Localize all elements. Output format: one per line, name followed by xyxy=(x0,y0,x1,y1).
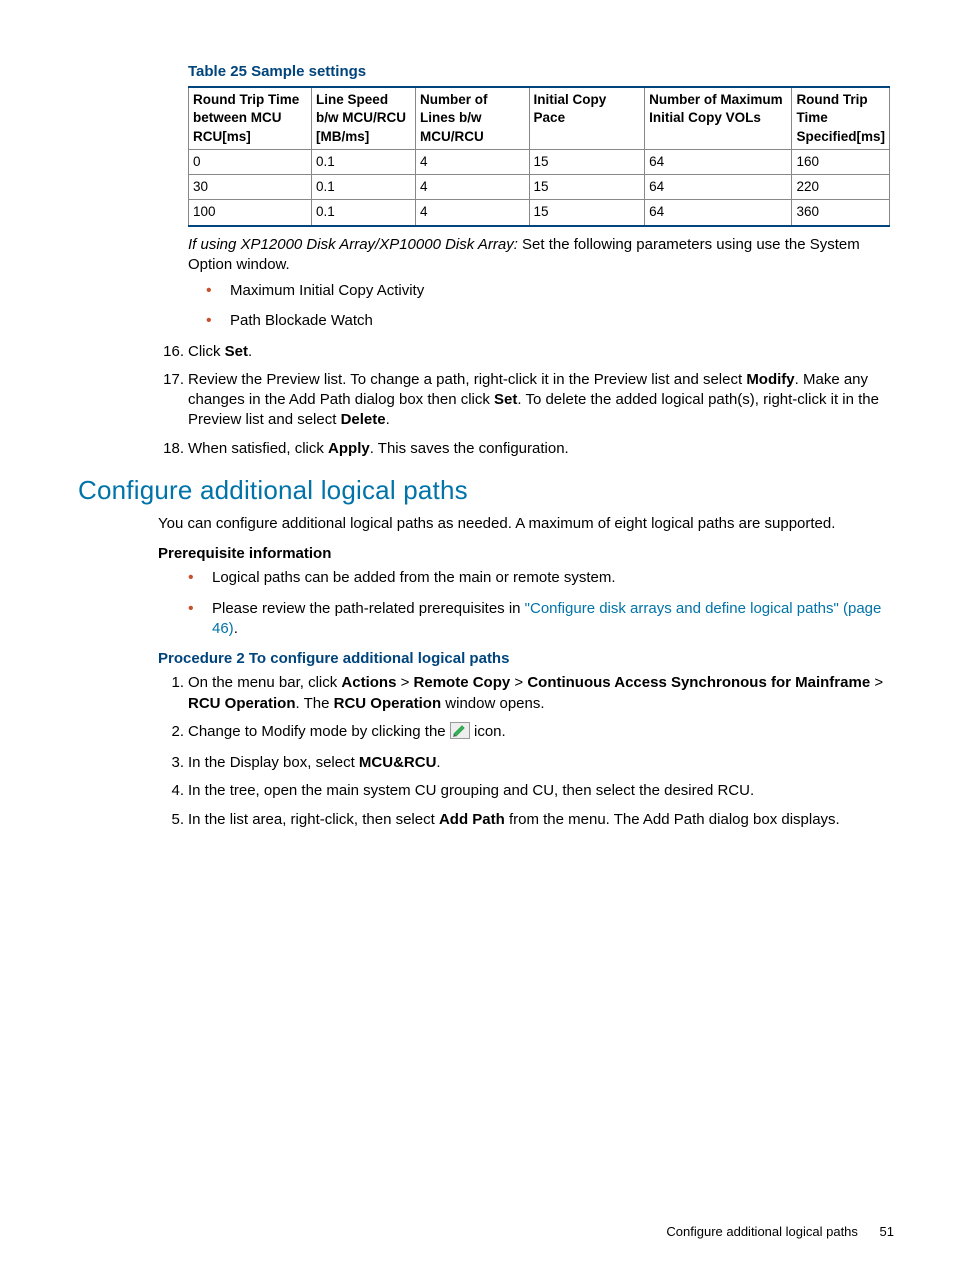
list-item: Please review the path-related prerequis… xyxy=(188,599,894,640)
th-maxvols: Number of Maximum Initial Copy VOLs xyxy=(645,87,792,149)
step-5: 5. In the list area, right-click, then s… xyxy=(158,810,894,830)
list-item: Path Blockade Watch xyxy=(206,311,894,331)
xp-bullet-list: Maximum Initial Copy Activity Path Block… xyxy=(206,281,894,332)
step-4: 4. In the tree, open the main system CU … xyxy=(158,781,894,801)
th-initcopypace: Initial Copy Pace xyxy=(529,87,645,149)
th-linespeed: Line Speed b/w MCU/RCU [MB/ms] xyxy=(312,87,416,149)
table-row: 100 0.1 4 15 64 360 xyxy=(189,200,890,226)
th-numlines: Number of Lines b/w MCU/RCU xyxy=(415,87,529,149)
section-intro: You can configure additional logical pat… xyxy=(158,514,894,534)
step-18: 18. When satisfied, click Apply. This sa… xyxy=(158,439,894,459)
table-row: 30 0.1 4 15 64 220 xyxy=(189,175,890,200)
table-header-row: Round Trip Time between MCU RCU[ms] Line… xyxy=(189,87,890,149)
xp-note: If using XP12000 Disk Array/XP10000 Disk… xyxy=(188,235,894,276)
step-1: 1. On the menu bar, click Actions > Remo… xyxy=(158,673,894,714)
sample-settings-table: Round Trip Time between MCU RCU[ms] Line… xyxy=(188,86,890,226)
list-item: Maximum Initial Copy Activity xyxy=(206,281,894,301)
table-caption: Table 25 Sample settings xyxy=(188,62,894,82)
step-17: 17. Review the Preview list. To change a… xyxy=(158,370,894,431)
list-item: Logical paths can be added from the main… xyxy=(188,568,894,588)
steps-continued: 16. Click Set. 17. Review the Preview li… xyxy=(158,342,894,459)
step-2: 2. Change to Modify mode by clicking the… xyxy=(158,722,894,745)
xp-note-lead: If using XP12000 Disk Array/XP10000 Disk… xyxy=(188,236,518,253)
modify-mode-icon xyxy=(450,722,470,745)
section-heading: Configure additional logical paths xyxy=(78,473,894,508)
table-row: 0 0.1 4 15 64 160 xyxy=(189,149,890,174)
footer-text: Configure additional logical paths xyxy=(666,1224,858,1239)
step-3: 3. In the Display box, select MCU&RCU. xyxy=(158,753,894,773)
prereq-list: Logical paths can be added from the main… xyxy=(188,568,894,639)
page-footer: Configure additional logical paths 51 xyxy=(666,1223,894,1241)
procedure-steps: 1. On the menu bar, click Actions > Remo… xyxy=(158,673,894,830)
page-number: 51 xyxy=(880,1224,894,1239)
th-rttspec: Round Trip Time Specified[ms] xyxy=(792,87,890,149)
procedure-title: Procedure 2 To configure additional logi… xyxy=(158,649,894,669)
step-16: 16. Click Set. xyxy=(158,342,894,362)
page: Table 25 Sample settings Round Trip Time… xyxy=(0,0,954,1271)
th-rtt: Round Trip Time between MCU RCU[ms] xyxy=(189,87,312,149)
prereq-heading: Prerequisite information xyxy=(158,544,894,564)
